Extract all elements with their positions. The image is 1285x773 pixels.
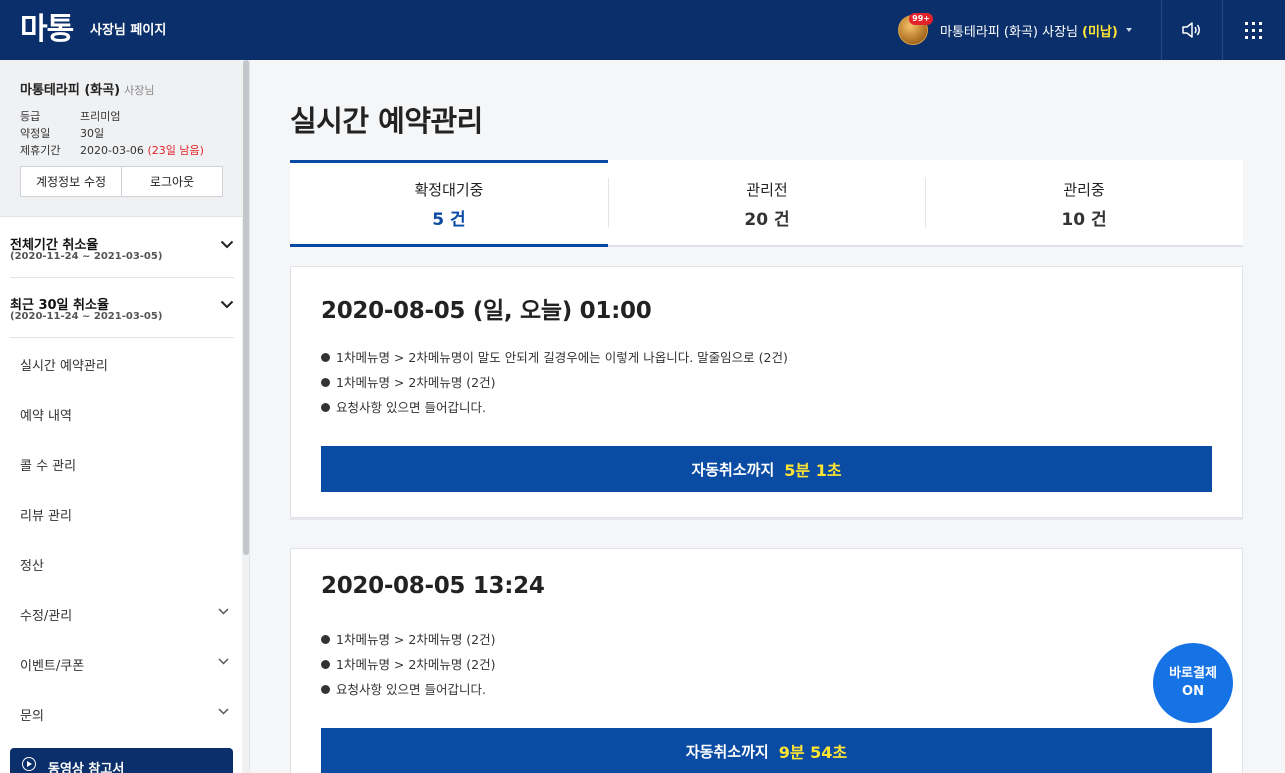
nav-item-reservation-history[interactable]: 예약 내역 (0, 388, 242, 438)
account-panel: 마통테라피 (화곡) 사장님 등급 프리미엄 약정일 30일 제휴기간 2020-03-… (0, 60, 242, 217)
status-tabs: 확정대기중 5 건 관리전 20 건 관리중 10 건 (290, 160, 1243, 247)
tab-label: 관리전 (746, 181, 788, 199)
nav-item-reviews[interactable]: 리뷰 관리 (0, 488, 242, 538)
list-item: 1차메뉴명 > 2차메뉴명 (2건) (321, 627, 496, 652)
account-period: 제휴기간 2020-03-06 (23일 남음) (20, 142, 204, 158)
reservation-datetime: 2020-08-05 (일, 오늘) 01:00 (321, 298, 652, 324)
sound-button[interactable] (1162, 0, 1222, 60)
tab-label: 관리중 (1063, 181, 1105, 199)
chevron-down-icon (218, 708, 229, 715)
nav-label: 문의 (20, 709, 44, 724)
reservation-card[interactable]: 2020-08-05 13:24 1차메뉴명 > 2차메뉴명 (2건) 1차메뉴… (290, 548, 1243, 773)
nav-label: 실시간 예약관리 (20, 359, 108, 374)
nav-item-events-coupons[interactable]: 이벤트/쿠폰 (0, 638, 242, 688)
nav-label: 정산 (20, 559, 44, 574)
period-label: 제휴기간 (20, 144, 61, 157)
nav-item-realtime-reservation[interactable]: 실시간 예약관리 (0, 338, 242, 388)
auto-cancel-label: 자동취소까지 (691, 460, 775, 479)
account-role: 사장님 (124, 84, 155, 97)
cancel-rate-30days[interactable]: 최근 30일 취소율 (2020-11-24 ~ 2021-03-05) (10, 278, 234, 336)
page-title: 실시간 예약관리 (290, 104, 483, 138)
tab-label: 확정대기중 (414, 181, 484, 199)
tab-awaiting-confirmation[interactable]: 확정대기중 5 건 (290, 160, 608, 247)
avatar: 99+ (898, 13, 933, 45)
chevron-down-icon (220, 300, 234, 309)
instant-payment-toggle[interactable]: 바로결제 ON (1153, 643, 1233, 723)
list-item: 요청사항 있으면 들어갑니다. (321, 395, 788, 420)
sidebar-scrollbar[interactable] (243, 60, 249, 555)
reservation-datetime: 2020-08-05 13:24 (321, 573, 545, 599)
countdown-time: 9분 54초 (778, 743, 848, 762)
tab-count: 20 건 (744, 210, 790, 230)
auto-cancel-countdown-button[interactable]: 자동취소까지 9분 54초 (321, 728, 1212, 773)
reservation-items: 1차메뉴명 > 2차메뉴명 (2건) 1차메뉴명 > 2차메뉴명 (2건) 요청… (321, 627, 496, 702)
nav-label: 리뷰 관리 (20, 509, 72, 524)
cancel-rate-total[interactable]: 전체기간 취소율 (2020-11-24 ~ 2021-03-05) (10, 218, 234, 276)
grade-label: 등급 (20, 110, 41, 123)
chevron-down-icon (218, 608, 229, 615)
list-item: 요청사항 있으면 들어갑니다. (321, 677, 496, 702)
store-name: 마통테라피 (화곡) (20, 83, 121, 98)
notification-badge: 99+ (909, 13, 933, 25)
nav-item-settlement[interactable]: 정산 (0, 538, 242, 588)
nav-item-inquiry[interactable]: 문의 (0, 688, 242, 738)
account-actions: 계정정보 수정 로그아웃 (20, 166, 223, 197)
payment-status: (미납) (1082, 24, 1118, 40)
auto-cancel-label: 자동취소까지 (685, 742, 769, 761)
nav-item-edit-manage[interactable]: 수정/관리 (0, 588, 242, 638)
nav-label: 콜 수 관리 (20, 459, 77, 474)
period-remaining: (23일 남음) (147, 144, 204, 157)
nav-item-call-count[interactable]: 콜 수 관리 (0, 438, 242, 488)
tab-count: 10 건 (1061, 210, 1107, 230)
auto-cancel-countdown-button[interactable]: 자동취소까지 5분 1초 (321, 446, 1212, 492)
user-menu[interactable]: 99+ 마통테라피 (화곡) 사장님 (미납) (898, 12, 1132, 48)
grade-value: 프리미엄 (80, 110, 121, 123)
chevron-down-icon (218, 658, 229, 665)
nav-label: 예약 내역 (20, 409, 72, 424)
list-item: 1차메뉴명 > 2차메뉴명이 말도 안되게 길경우에는 이렇게 나옵니다. 말줄… (321, 345, 788, 370)
period-value: 2020-03-06 (80, 144, 144, 157)
account-name: 마통테라피 (화곡) 사장님 (20, 79, 155, 98)
list-item: 1차메뉴명 > 2차메뉴명 (2건) (321, 652, 496, 677)
logout-button[interactable]: 로그아웃 (121, 167, 222, 196)
account-grade: 등급 프리미엄 (20, 108, 120, 124)
account-contract: 약정일 30일 (20, 125, 104, 141)
tab-count: 5 건 (432, 210, 466, 230)
tab-before-service[interactable]: 관리전 20 건 (608, 160, 926, 245)
speaker-icon (1182, 22, 1200, 38)
tab-in-service[interactable]: 관리중 10 건 (925, 160, 1243, 245)
video-guide-label: 동영상 참고서 (48, 762, 125, 773)
top-header: 마통 사장님 페이지 99+ 마통테라피 (화곡) 사장님 (미납) (0, 0, 1285, 60)
logo-subtitle: 사장님 페이지 (90, 23, 167, 38)
stat-range: (2020-11-24 ~ 2021-03-05) (10, 251, 163, 262)
reservation-items: 1차메뉴명 > 2차메뉴명이 말도 안되게 길경우에는 이렇게 나옵니다. 말줄… (321, 345, 788, 420)
edit-account-button[interactable]: 계정정보 수정 (21, 167, 121, 196)
countdown-time: 5분 1초 (784, 461, 842, 480)
reservation-card[interactable]: 2020-08-05 (일, 오늘) 01:00 1차메뉴명 > 2차메뉴명이 … (290, 266, 1243, 518)
caret-down-icon (1125, 28, 1132, 32)
play-circle-icon (22, 757, 36, 771)
nav-label: 이벤트/쿠폰 (20, 659, 85, 674)
chevron-down-icon (220, 240, 234, 249)
video-guide-button[interactable]: 동영상 참고서 (10, 748, 233, 773)
list-item: 1차메뉴명 > 2차메뉴명 (2건) (321, 370, 788, 395)
app-grid-icon (1244, 21, 1262, 39)
fab-state: ON (1182, 684, 1204, 699)
nav-label: 수정/관리 (20, 609, 73, 624)
stat-range: (2020-11-24 ~ 2021-03-05) (10, 311, 163, 322)
sidebar: 마통테라피 (화곡) 사장님 등급 프리미엄 약정일 30일 제휴기간 2020-03-… (0, 60, 250, 773)
app-menu-button[interactable] (1223, 0, 1283, 60)
logo[interactable]: 마통 (20, 10, 74, 50)
user-name: 마통테라피 (화곡) 사장님 (940, 24, 1079, 40)
contract-value: 30일 (80, 127, 105, 140)
fab-label: 바로결제 (1169, 666, 1217, 681)
contract-label: 약정일 (20, 127, 51, 140)
